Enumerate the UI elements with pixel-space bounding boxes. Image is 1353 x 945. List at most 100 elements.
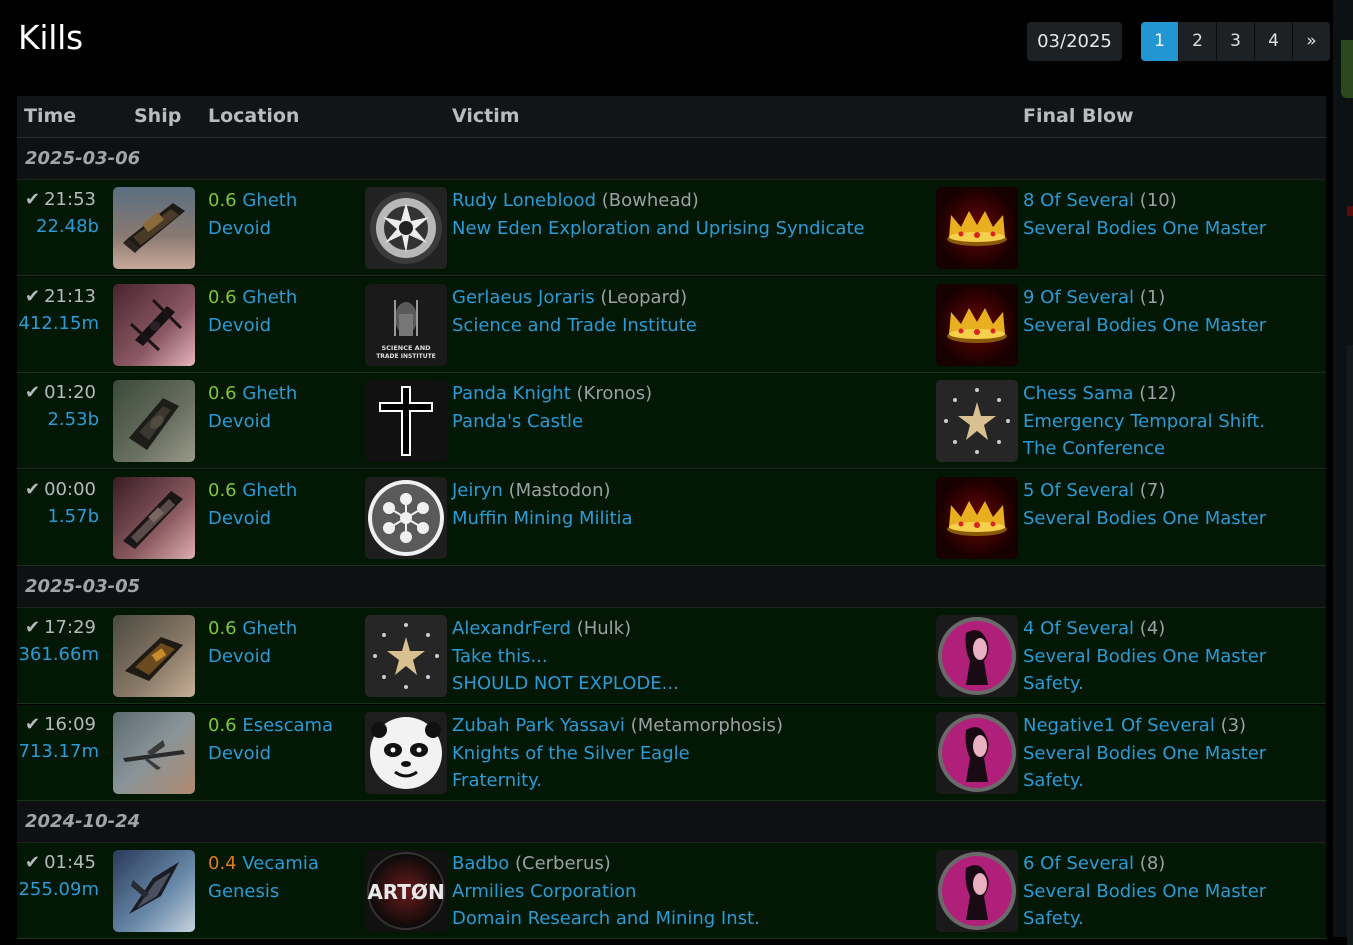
victim-corp-link[interactable]: New Eden Exploration and Uprising Syndic… [452, 215, 865, 243]
victim-name-link[interactable]: Rudy Loneblood [452, 190, 596, 211]
victim-name-link[interactable]: Panda Knight [452, 383, 571, 404]
ship-kronos-icon[interactable] [113, 380, 195, 462]
system-link[interactable]: Gheth [242, 190, 297, 211]
final-blow-star-logo[interactable] [936, 380, 1018, 462]
final-blow-crown-logo[interactable] [936, 477, 1018, 559]
ship-cerberus-icon[interactable] [113, 850, 195, 932]
final-blow-corp-link[interactable]: Several Bodies One Master [1023, 505, 1266, 533]
final-blow-alliance-link[interactable]: Safety. [1023, 767, 1266, 795]
region-link[interactable]: Devoid [208, 505, 297, 533]
final-blow-alliance-link[interactable]: Safety. [1023, 905, 1266, 933]
final-blow-name-link[interactable]: 6 Of Several [1023, 853, 1134, 874]
ship-bowhead-icon[interactable] [113, 187, 195, 269]
region-link[interactable]: Devoid [208, 740, 333, 768]
svg-text:TRADE INSTITUTE: TRADE INSTITUTE [376, 353, 436, 360]
region-link[interactable]: Genesis [208, 878, 319, 906]
victim-corp-logo[interactable] [365, 477, 447, 559]
kill-row[interactable]: ✔ 01:45 255.09m 0.4 Vecamia Genesis ARTØN … [17, 843, 1326, 939]
victim-corp-logo[interactable] [365, 187, 447, 269]
final-blow-corp-link[interactable]: Several Bodies One Master [1023, 643, 1266, 671]
column-ship: Ship [134, 105, 182, 127]
victim-corp-logo[interactable] [365, 615, 447, 697]
final-blow-corp-link[interactable]: Emergency Temporal Shift. [1023, 408, 1265, 436]
security-status: 0.6 [208, 715, 237, 736]
attacker-count: (1) [1139, 287, 1166, 308]
victim-corp-logo[interactable] [365, 380, 447, 462]
region-link[interactable]: Devoid [208, 408, 297, 436]
victim-alliance-link[interactable]: SHOULD NOT EXPLODE... [452, 670, 679, 698]
isk-value[interactable]: 361.66m [18, 644, 99, 665]
victim-corp-link[interactable]: Knights of the Silver Eagle [452, 740, 783, 768]
victim-corp-logo[interactable] [365, 712, 447, 794]
isk-value[interactable]: 2.53b [47, 409, 99, 430]
isk-value[interactable]: 22.48b [36, 216, 99, 237]
security-status: 0.6 [208, 383, 237, 404]
final-blow-name-link[interactable]: Negative1 Of Several [1023, 715, 1215, 736]
final-blow-name-link[interactable]: 4 Of Several [1023, 618, 1134, 639]
final-blow-alliance-link[interactable]: The Conference [1023, 435, 1265, 463]
kill-row[interactable]: ✔ 00:00 1.57b 0.6 Gheth Devoid Jeiryn (Mas… [17, 470, 1326, 566]
victim-corp-logo[interactable]: ARTØN [365, 850, 447, 932]
final-blow-portrait[interactable] [936, 615, 1018, 697]
kill-row[interactable]: ✔ 17:29 361.66m 0.6 Gheth Devoid AlexandrF… [17, 608, 1326, 704]
region-link[interactable]: Devoid [208, 215, 297, 243]
isk-value[interactable]: 713.17m [18, 741, 99, 762]
final-blow-alliance-link[interactable]: Safety. [1023, 670, 1266, 698]
ship-mastodon-icon[interactable] [113, 477, 195, 559]
final-blow-corp-link[interactable]: Several Bodies One Master [1023, 878, 1266, 906]
victim-corp-logo[interactable]: SCIENCE AND TRADE INSTITUTE [365, 284, 447, 366]
final-blow-corp-link[interactable]: Several Bodies One Master [1023, 312, 1266, 340]
victim-name-link[interactable]: Badbo [452, 853, 509, 874]
isk-value[interactable]: 412.15m [18, 313, 99, 334]
attacker-count: (10) [1139, 190, 1177, 211]
kill-time: 21:13 [44, 286, 96, 307]
victim-name-link[interactable]: Jeiryn [452, 480, 503, 501]
region-link[interactable]: Devoid [208, 312, 297, 340]
system-link[interactable]: Esescama [242, 715, 333, 736]
next-page-button[interactable]: » [1292, 22, 1330, 61]
ship-hulk-icon[interactable] [113, 615, 195, 697]
final-blow-name-link[interactable]: 8 Of Several [1023, 190, 1134, 211]
final-blow-corp-link[interactable]: Several Bodies One Master [1023, 215, 1266, 243]
final-blow-crown-logo[interactable] [936, 284, 1018, 366]
isk-value[interactable]: 1.57b [47, 506, 99, 527]
final-blow-corp-link[interactable]: Several Bodies One Master [1023, 740, 1266, 768]
final-blow-name-link[interactable]: 5 Of Several [1023, 480, 1134, 501]
verified-check-icon: ✔ [25, 382, 41, 403]
verified-check-icon: ✔ [25, 852, 41, 873]
ship-metamorphosis-icon[interactable] [113, 712, 195, 794]
system-link[interactable]: Vecamia [242, 853, 318, 874]
svg-text:SCIENCE AND: SCIENCE AND [381, 344, 431, 352]
isk-value[interactable]: 255.09m [18, 879, 99, 900]
month-filter-button[interactable]: 03/2025 [1027, 22, 1122, 61]
system-link[interactable]: Gheth [242, 383, 297, 404]
page-2-button[interactable]: 2 [1178, 22, 1216, 61]
final-blow-portrait[interactable] [936, 850, 1018, 932]
system-link[interactable]: Gheth [242, 480, 297, 501]
victim-name-link[interactable]: Gerlaeus Joraris [452, 287, 595, 308]
kill-row[interactable]: ✔ 21:53 22.48b 0.6 Gheth Devoid Rudy Loneb… [17, 180, 1326, 276]
page-1-button[interactable]: 1 [1141, 22, 1178, 61]
victim-corp-link[interactable]: Armilies Corporation [452, 878, 760, 906]
victim-corp-link[interactable]: Panda's Castle [452, 408, 652, 436]
kill-row[interactable]: ✔ 21:13 412.15m 0.6 Gheth Devoid SCIENCE A… [17, 277, 1326, 373]
final-blow-name-link[interactable]: 9 Of Several [1023, 287, 1134, 308]
ship-leopard-icon[interactable] [113, 284, 195, 366]
system-link[interactable]: Gheth [242, 618, 297, 639]
page-3-button[interactable]: 3 [1216, 22, 1254, 61]
kill-row[interactable]: ✔ 16:09 713.17m 0.6 Esescama Devoid Zubah … [17, 705, 1326, 801]
victim-corp-link[interactable]: Science and Trade Institute [452, 312, 697, 340]
victim-alliance-link[interactable]: Fraternity. [452, 767, 783, 795]
region-link[interactable]: Devoid [208, 643, 297, 671]
victim-name-link[interactable]: AlexandrFerd [452, 618, 571, 639]
victim-alliance-link[interactable]: Domain Research and Mining Inst. [452, 905, 760, 933]
final-blow-portrait[interactable] [936, 712, 1018, 794]
victim-corp-link[interactable]: Muffin Mining Militia [452, 505, 633, 533]
final-blow-name-link[interactable]: Chess Sama [1023, 383, 1134, 404]
final-blow-crown-logo[interactable] [936, 187, 1018, 269]
page-4-button[interactable]: 4 [1254, 22, 1292, 61]
kill-row[interactable]: ✔ 01:20 2.53b 0.6 Gheth Devoid Panda Knigh… [17, 373, 1326, 469]
victim-name-link[interactable]: Zubah Park Yassavi [452, 715, 625, 736]
system-link[interactable]: Gheth [242, 287, 297, 308]
victim-corp-link[interactable]: Take this... [452, 643, 679, 671]
